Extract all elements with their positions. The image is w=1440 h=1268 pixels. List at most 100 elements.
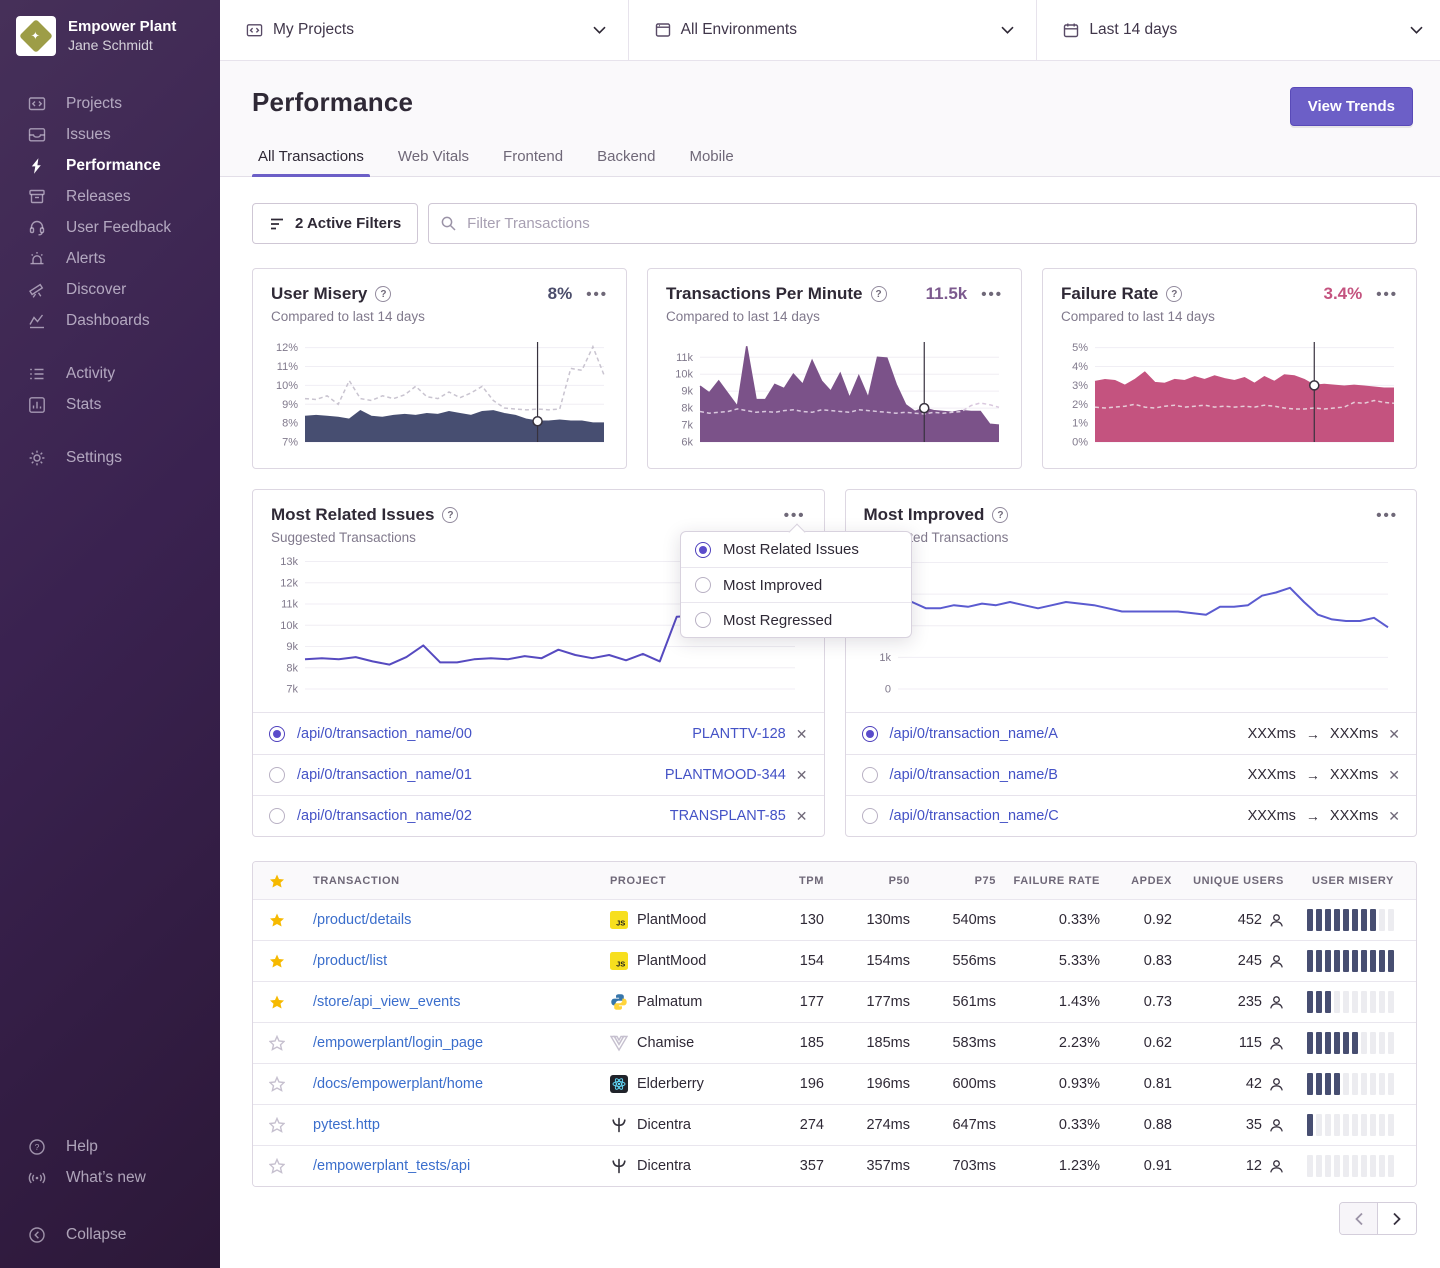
card-menu-button[interactable]: ••• xyxy=(1370,506,1398,525)
close-icon[interactable]: ✕ xyxy=(796,727,808,741)
radio-button[interactable] xyxy=(269,808,285,824)
project-selector[interactable]: My Projects xyxy=(220,0,628,60)
sidebar-item-whats-new[interactable]: What’s new xyxy=(0,1162,220,1193)
card-menu-button[interactable]: ••• xyxy=(975,285,1003,304)
star-icon[interactable] xyxy=(269,1076,313,1092)
star-icon[interactable] xyxy=(269,1158,313,1174)
star-icon[interactable] xyxy=(269,1117,313,1133)
menu-option-most-improved[interactable]: Most Improved xyxy=(681,567,911,602)
transaction-link[interactable]: /api/0/transaction_name/01 xyxy=(297,767,472,783)
environment-selector[interactable]: All Environments xyxy=(628,0,1037,60)
sidebar-item-releases[interactable]: Releases xyxy=(0,181,220,212)
radio-button[interactable] xyxy=(862,726,878,742)
transaction-link[interactable]: /api/0/transaction_name/C xyxy=(890,808,1059,824)
close-icon[interactable]: ✕ xyxy=(796,768,808,782)
help-icon[interactable]: ? xyxy=(375,286,391,302)
radio-button[interactable] xyxy=(269,726,285,742)
sidebar-item-dashboards[interactable]: Dashboards xyxy=(0,305,220,336)
search-input[interactable] xyxy=(428,203,1417,244)
issue-link[interactable]: TRANSPLANT-85 xyxy=(670,808,786,824)
transaction-link[interactable]: /docs/empowerplant/home xyxy=(313,1076,483,1092)
python-icon xyxy=(610,993,628,1011)
org-switcher[interactable]: ✦ Empower Plant Jane Schmidt xyxy=(0,12,220,70)
star-icon[interactable] xyxy=(269,912,313,928)
sidebar-item-user-feedback[interactable]: User Feedback xyxy=(0,212,220,243)
tab-backend[interactable]: Backend xyxy=(597,148,655,176)
star-icon[interactable] xyxy=(269,1035,313,1051)
transaction-link[interactable]: /api/0/transaction_name/A xyxy=(890,726,1058,742)
column-header-failure-rate[interactable]: Failure Rate xyxy=(996,875,1100,887)
sidebar-item-activity[interactable]: Activity xyxy=(0,358,220,389)
tab-mobile[interactable]: Mobile xyxy=(689,148,733,176)
user-icon xyxy=(1269,1118,1284,1133)
transaction-link[interactable]: /empowerplant/login_page xyxy=(313,1035,483,1051)
column-header-tpm[interactable]: TPM xyxy=(760,875,824,887)
next-page-button[interactable] xyxy=(1378,1203,1416,1234)
menu-option-most-regressed[interactable]: Most Regressed xyxy=(681,602,911,637)
svg-text:4%: 4% xyxy=(1072,361,1088,373)
radio-button[interactable] xyxy=(862,767,878,783)
issue-link[interactable]: PLANTMOOD-344 xyxy=(665,767,786,783)
column-header-p50[interactable]: P50 xyxy=(824,875,910,887)
sidebar-item-performance[interactable]: Performance xyxy=(0,150,220,181)
active-filters-button[interactable]: 2 Active Filters xyxy=(252,203,418,244)
sidebar-item-stats[interactable]: Stats xyxy=(0,389,220,420)
help-icon[interactable]: ? xyxy=(871,286,887,302)
sidebar-item-issues[interactable]: Issues xyxy=(0,119,220,150)
help-icon[interactable]: ? xyxy=(992,507,1008,523)
menu-option-most-related-issues[interactable]: Most Related Issues xyxy=(681,532,911,567)
user-misery-bars xyxy=(1284,1114,1394,1136)
transaction-link[interactable]: /empowerplant_tests/api xyxy=(313,1158,470,1174)
card-menu-button[interactable]: ••• xyxy=(778,506,806,525)
help-icon[interactable]: ? xyxy=(1166,286,1182,302)
transaction-link[interactable]: /api/0/transaction_name/B xyxy=(890,767,1058,783)
help-icon[interactable]: ? xyxy=(442,507,458,523)
card-menu-button[interactable]: ••• xyxy=(1370,285,1398,304)
transaction-link[interactable]: /product/details xyxy=(313,912,411,928)
transaction-link[interactable]: /api/0/transaction_name/00 xyxy=(297,726,472,742)
radio-button xyxy=(695,542,711,558)
transaction-link[interactable]: /product/list xyxy=(313,953,387,969)
radio-button[interactable] xyxy=(862,808,878,824)
table-header: Transaction Project TPM P50 P75 Failure … xyxy=(253,862,1416,899)
issue-link[interactable]: PLANTTV-128 xyxy=(692,726,786,742)
tab-frontend[interactable]: Frontend xyxy=(503,148,563,176)
transaction-link[interactable]: /store/api_view_events xyxy=(313,994,461,1010)
close-icon[interactable]: ✕ xyxy=(1388,727,1400,741)
user-misery-bars xyxy=(1284,1073,1394,1095)
column-header-transaction[interactable]: Transaction xyxy=(313,875,610,887)
sidebar-item-settings[interactable]: Settings xyxy=(0,442,220,473)
date-range-selector[interactable]: Last 14 days xyxy=(1036,0,1440,60)
transaction-link[interactable]: /api/0/transaction_name/02 xyxy=(297,808,472,824)
card-menu-popover: Most Related Issues Most Improved Most R… xyxy=(680,531,912,638)
close-icon[interactable]: ✕ xyxy=(796,809,808,823)
column-header-unique-users[interactable]: Unique Users xyxy=(1172,875,1284,887)
tab-all-transactions[interactable]: All Transactions xyxy=(258,148,364,176)
duration-before: XXXms xyxy=(1248,726,1296,742)
star-icon[interactable] xyxy=(269,994,313,1010)
tab-web-vitals[interactable]: Web Vitals xyxy=(398,148,469,176)
sidebar-item-discover[interactable]: Discover xyxy=(0,274,220,305)
column-header-p75[interactable]: P75 xyxy=(910,875,996,887)
column-header-project[interactable]: Project xyxy=(610,875,760,887)
star-icon[interactable] xyxy=(269,873,313,889)
radio-button[interactable] xyxy=(269,767,285,783)
transaction-link[interactable]: pytest.http xyxy=(313,1117,380,1133)
card-menu-button[interactable]: ••• xyxy=(580,285,608,304)
sidebar-item-projects[interactable]: Projects xyxy=(0,88,220,119)
sidebar-item-help[interactable]: ? Help xyxy=(0,1131,220,1162)
column-header-user-misery[interactable]: User Misery xyxy=(1284,875,1394,887)
sidebar-collapse-button[interactable]: Collapse xyxy=(0,1219,220,1250)
close-icon[interactable]: ✕ xyxy=(1388,768,1400,782)
previous-page-button[interactable] xyxy=(1340,1203,1378,1234)
platform-icon xyxy=(610,993,628,1011)
card-value: 11.5k xyxy=(926,284,968,304)
svg-text:0: 0 xyxy=(884,684,890,696)
p75-value: 583ms xyxy=(910,1035,996,1051)
close-icon[interactable]: ✕ xyxy=(1388,809,1400,823)
star-icon[interactable] xyxy=(269,953,313,969)
duration-after: XXXms xyxy=(1330,767,1378,783)
sidebar-item-alerts[interactable]: Alerts xyxy=(0,243,220,274)
column-header-apdex[interactable]: Apdex xyxy=(1100,875,1172,887)
view-trends-button[interactable]: View Trends xyxy=(1290,87,1413,126)
